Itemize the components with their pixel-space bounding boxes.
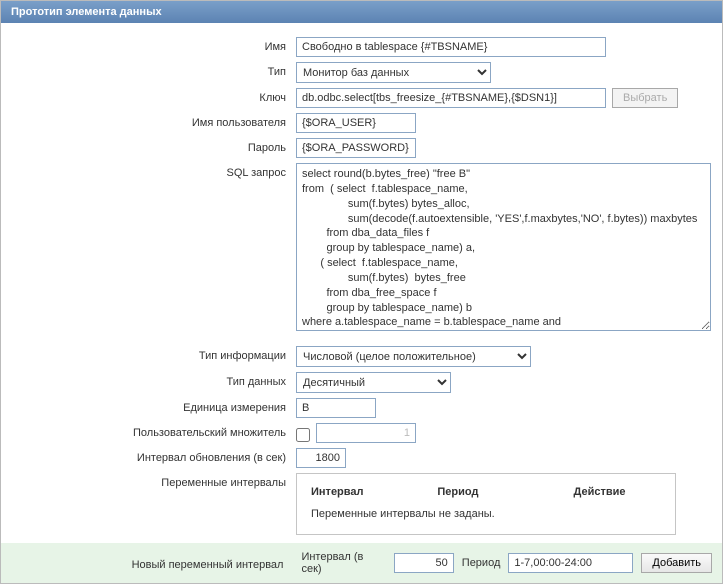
flexible-intervals-header: Интервал Период Действие: [311, 482, 661, 506]
flexible-intervals-empty: Переменные интервалы не заданы.: [311, 506, 661, 520]
label-unit: Единица измерения: [11, 398, 296, 414]
type-select[interactable]: Монитор баз данных: [296, 62, 491, 83]
row-update-interval: Интервал обновления (в сек): [11, 448, 712, 468]
label-password: Пароль: [11, 138, 296, 154]
data-type-select[interactable]: Десятичный: [296, 372, 451, 393]
new-interval-row: Новый переменный интервал Интервал (в се…: [1, 543, 722, 583]
new-interval-period-input[interactable]: [508, 553, 633, 573]
window-title: Прототип элемента данных: [1, 1, 722, 23]
label-info-type: Тип информации: [11, 346, 296, 362]
label-username: Имя пользователя: [11, 113, 296, 129]
new-interval-period-label: Период: [462, 557, 501, 569]
label-multiplier: Пользовательский множитель: [11, 423, 296, 439]
password-input[interactable]: [296, 138, 416, 158]
row-flexible-intervals: Переменные интервалы Интервал Период Дей…: [11, 473, 712, 535]
sql-textarea[interactable]: select round(b.bytes_free) "free B" from…: [296, 163, 711, 331]
col-action: Действие: [574, 486, 662, 498]
label-name: Имя: [11, 37, 296, 53]
name-input[interactable]: [296, 37, 606, 57]
row-username: Имя пользователя: [11, 113, 712, 133]
username-input[interactable]: [296, 113, 416, 133]
row-info-type: Тип информации Числовой (целое положител…: [11, 346, 712, 367]
unit-input[interactable]: [296, 398, 376, 418]
label-data-type: Тип данных: [11, 372, 296, 388]
label-sql: SQL запрос: [11, 163, 296, 179]
row-data-type: Тип данных Десятичный: [11, 372, 712, 393]
key-input[interactable]: [296, 88, 606, 108]
row-sql: SQL запрос select round(b.bytes_free) "f…: [11, 163, 712, 331]
row-password: Пароль: [11, 138, 712, 158]
label-new-interval: Новый переменный интервал: [11, 555, 293, 571]
label-key: Ключ: [11, 88, 296, 104]
multiplier-checkbox[interactable]: [296, 428, 310, 442]
new-interval-value-input[interactable]: [394, 553, 454, 573]
label-type: Тип: [11, 62, 296, 78]
info-type-select[interactable]: Числовой (целое положительное): [296, 346, 531, 367]
multiplier-input: [316, 423, 416, 443]
label-update-interval: Интервал обновления (в сек): [11, 448, 296, 464]
row-unit: Единица измерения: [11, 398, 712, 418]
row-name: Имя: [11, 37, 712, 57]
add-interval-button[interactable]: Добавить: [641, 553, 712, 573]
new-interval-interval-label: Интервал (в сек): [301, 551, 385, 575]
row-multiplier: Пользовательский множитель: [11, 423, 712, 443]
flexible-intervals-box: Интервал Период Действие Переменные инте…: [296, 473, 676, 535]
row-key: Ключ Выбрать: [11, 88, 712, 108]
select-key-button: Выбрать: [612, 88, 678, 108]
form: Имя Тип Монитор баз данных Ключ Выбрать …: [1, 23, 722, 535]
label-flexible-intervals: Переменные интервалы: [11, 473, 296, 489]
col-interval: Интервал: [311, 486, 437, 498]
update-interval-input[interactable]: [296, 448, 346, 468]
row-type: Тип Монитор баз данных: [11, 62, 712, 83]
window: Прототип элемента данных Имя Тип Монитор…: [0, 0, 723, 584]
col-period: Период: [437, 486, 573, 498]
